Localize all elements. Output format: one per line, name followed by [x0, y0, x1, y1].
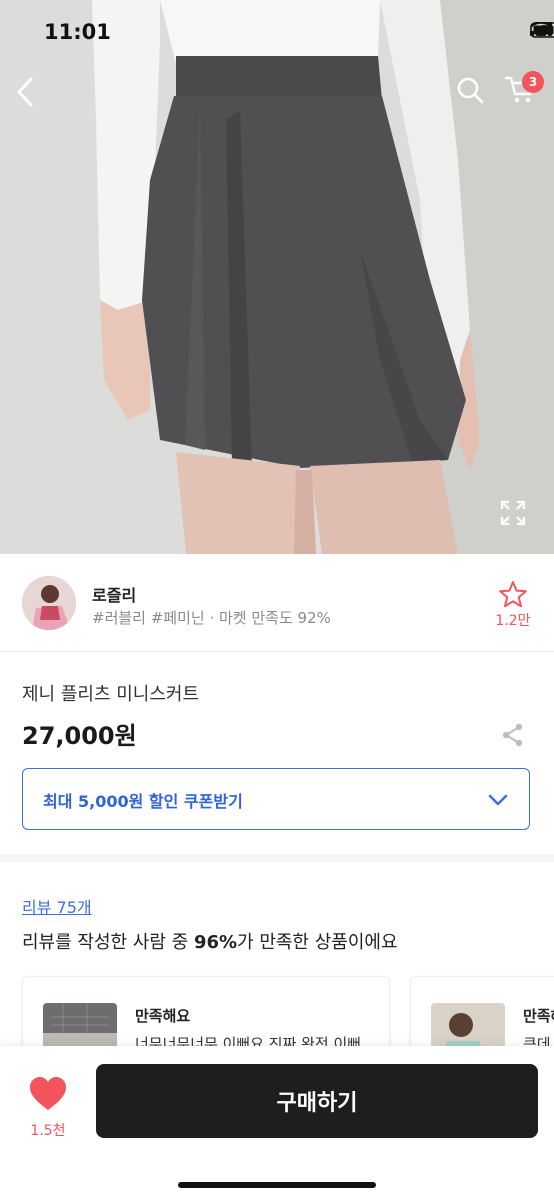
cart-count-badge: 3 — [522, 71, 544, 93]
back-icon — [17, 77, 33, 107]
chevron-down-icon — [488, 794, 508, 806]
share-icon — [502, 723, 523, 747]
like-button[interactable]: 1.5천 — [16, 1076, 80, 1146]
status-time: 11:01 — [44, 20, 111, 44]
home-indicator — [178, 1182, 376, 1188]
bottom-action-bar: 1.5천 구매하기 — [0, 1046, 554, 1200]
product-name: 제니 플리츠 미니스커트 — [22, 684, 200, 705]
heart-icon — [30, 1077, 66, 1110]
seller-avatar[interactable] — [22, 576, 76, 630]
coupon-button[interactable]: 최대 5,000원 할인 쿠폰받기 — [22, 768, 530, 830]
review-title: 만족해요 — [135, 1007, 191, 1025]
favorite-count: 1.2만 — [495, 613, 531, 629]
buy-button[interactable]: 구매하기 — [96, 1064, 538, 1138]
review-summary-percent: 96% — [193, 932, 238, 953]
product-price: 27,000원 — [22, 722, 137, 750]
review-summary-suffix: 가 만족한 상품이에요 — [237, 932, 398, 953]
back-button[interactable] — [14, 76, 54, 116]
reviews-link[interactable]: 리뷰 75개 — [22, 894, 92, 918]
seller-tags: #러블리 #페미닌 · 마켓 만족도 92% — [92, 609, 331, 627]
search-button[interactable] — [456, 76, 492, 112]
product-info: 제니 플리츠 미니스커트 27,000원 최대 5,000원 할인 쿠폰받기 — [0, 652, 554, 862]
like-count: 1.5천 — [30, 1123, 66, 1139]
search-icon — [457, 77, 484, 104]
favorite-store-button[interactable]: 1.2만 — [492, 580, 534, 630]
seller-section[interactable]: 로즐리 #러블리 #페미닌 · 마켓 만족도 92% 1.2만 — [0, 554, 554, 652]
review-title: 만족해 — [523, 1007, 554, 1025]
share-button[interactable] — [498, 720, 528, 750]
review-summary: 리뷰를 작성한 사람 중 96%가 만족한 상품이에요 — [22, 928, 398, 954]
coupon-label: 최대 5,000원 할인 쿠폰받기 — [43, 792, 243, 811]
status-bar: 11:01 — [0, 0, 554, 66]
avatar-image — [22, 576, 76, 630]
product-hero-image[interactable]: 11:01 3 — [0, 0, 554, 554]
star-icon — [499, 581, 527, 608]
expand-image-button[interactable] — [500, 500, 534, 534]
review-summary-prefix: 리뷰를 작성한 사람 중 — [22, 932, 194, 953]
expand-icon — [500, 500, 526, 526]
reviews-section: 리뷰 75개 리뷰를 작성한 사람 중 96%가 만족한 상품이에요 만족해요 … — [0, 870, 554, 1066]
battery-icon — [530, 22, 554, 38]
seller-name[interactable]: 로즐리 — [92, 582, 136, 606]
